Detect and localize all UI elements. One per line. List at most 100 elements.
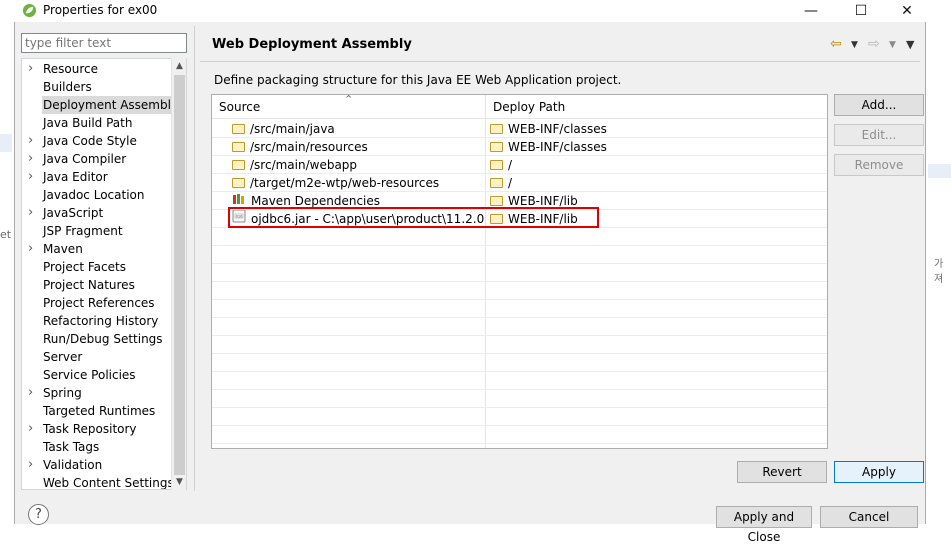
minimize-button[interactable]: — (788, 0, 834, 22)
table-row[interactable] (212, 408, 827, 426)
expand-chevron-icon[interactable]: › (28, 204, 33, 222)
source-text: /src/main/resources (250, 140, 368, 154)
tree-item-label: Java Build Path (43, 116, 133, 130)
scroll-up-icon[interactable]: ▲ (172, 58, 187, 74)
deploy-path-text: WEB-INF/classes (508, 122, 607, 136)
tree-item[interactable]: Project Natures (22, 276, 170, 294)
tree-item-label: Java Code Style (43, 134, 137, 148)
source-text: /src/main/webapp (250, 158, 358, 172)
tree-item[interactable]: JSP Fragment (22, 222, 170, 240)
table-row[interactable] (212, 426, 827, 444)
background-line-highlight-right (928, 164, 951, 178)
tree-item[interactable]: Task Tags (22, 438, 170, 456)
tree-item-label: Builders (43, 80, 92, 94)
table-row[interactable] (212, 372, 827, 390)
scroll-thumb[interactable] (174, 75, 185, 475)
expand-chevron-icon[interactable]: › (28, 60, 33, 78)
table-row[interactable] (212, 264, 827, 282)
apply-and-close-button[interactable]: Apply and Close (716, 506, 812, 544)
scroll-down-icon[interactable]: ▼ (172, 474, 187, 490)
folder-icon (490, 177, 503, 188)
deploy-path-text: / (508, 176, 513, 190)
tree-item[interactable]: Targeted Runtimes (22, 402, 170, 420)
table-row[interactable] (212, 390, 827, 408)
page-description: Define packaging structure for this Java… (214, 73, 622, 87)
sort-up-icon: ⌃ (344, 94, 354, 106)
folder-icon (232, 141, 245, 152)
revert-button[interactable]: Revert (737, 461, 827, 483)
source-text: /src/main/java (250, 122, 335, 136)
table-row[interactable] (212, 228, 827, 246)
table-row[interactable]: /src/main/java WEB-INF/classes (212, 120, 827, 138)
red-highlight-box (228, 207, 599, 228)
column-header-source[interactable]: Source ⌃ (212, 95, 485, 119)
expand-chevron-icon[interactable]: › (28, 240, 33, 258)
expand-chevron-icon[interactable]: › (28, 168, 33, 186)
tree-scrollbar[interactable]: ▲ ▼ (171, 58, 186, 490)
tree-item-label: Spring (43, 386, 82, 400)
table-row[interactable] (212, 336, 827, 354)
tree-item-label: Maven (43, 242, 83, 256)
table-row[interactable] (212, 318, 827, 336)
folder-icon (232, 123, 245, 134)
window-title: Properties for ex00 (43, 3, 158, 17)
tree-item[interactable]: Java Build Path (22, 114, 170, 132)
folder-icon (232, 159, 245, 170)
edit-button[interactable]: Edit... (834, 124, 924, 146)
filter-input[interactable] (21, 33, 187, 53)
view-menu-icon[interactable]: ▼ (906, 38, 914, 51)
tree-item[interactable]: Server (22, 348, 170, 366)
tree-item[interactable]: Run/Debug Settings (22, 330, 170, 348)
tree-item[interactable]: › JavaScript (22, 204, 170, 222)
apply-button[interactable]: Apply (834, 461, 924, 483)
table-row[interactable]: /src/main/webapp / (212, 156, 827, 174)
deploy-path-cell: / (490, 156, 820, 174)
table-row[interactable]: /target/m2e-wtp/web-resources / (212, 174, 827, 192)
tree-item-label: Project References (43, 296, 155, 310)
maximize-button[interactable]: ☐ (838, 0, 884, 22)
add-button[interactable]: Add... (834, 94, 924, 116)
tree-item[interactable]: › Java Compiler (22, 150, 170, 168)
help-icon[interactable]: ? (28, 504, 49, 525)
header-separator (200, 61, 920, 62)
table-row[interactable] (212, 300, 827, 318)
forward-arrow-icon[interactable]: ⇨ (868, 36, 880, 52)
expand-chevron-icon[interactable]: › (28, 150, 33, 168)
table-row[interactable] (212, 282, 827, 300)
table-row[interactable]: /src/main/resources WEB-INF/classes (212, 138, 827, 156)
close-button[interactable]: ✕ (884, 0, 930, 22)
tree-item[interactable]: Builders (22, 78, 170, 96)
expand-chevron-icon[interactable]: › (28, 384, 33, 402)
back-menu-chevron-icon[interactable]: ▼ (851, 40, 858, 50)
tree-item[interactable]: › Java Code Style (22, 132, 170, 150)
tree-item[interactable]: › Maven (22, 240, 170, 258)
remove-button[interactable]: Remove (834, 154, 924, 176)
tree-item[interactable]: › Java Editor (22, 168, 170, 186)
tree-item[interactable]: Deployment Assembly (22, 96, 180, 114)
column-header-deploy-path[interactable]: Deploy Path (486, 95, 827, 119)
tree-item-label: Service Policies (43, 368, 136, 382)
tree-item[interactable]: Project References (22, 294, 170, 312)
tree-item[interactable]: › Spring (22, 384, 170, 402)
spring-leaf-icon (22, 3, 37, 18)
table-row[interactable] (212, 246, 827, 264)
table-row[interactable] (212, 354, 827, 372)
tree-item[interactable]: Service Policies (22, 366, 170, 384)
tree-item[interactable]: › Validation (22, 456, 170, 474)
forward-menu-chevron-icon[interactable]: ▼ (889, 40, 896, 50)
tree-item[interactable]: Refactoring History (22, 312, 170, 330)
back-arrow-icon[interactable]: ⇦ (830, 36, 842, 52)
cancel-button[interactable]: Cancel (820, 506, 918, 528)
tree-item[interactable]: › Task Repository (22, 420, 170, 438)
expand-chevron-icon[interactable]: › (28, 456, 33, 474)
tree-item-label: Project Natures (43, 278, 135, 292)
expand-chevron-icon[interactable]: › (28, 420, 33, 438)
deploy-path-cell: WEB-INF/classes (490, 138, 820, 156)
tree-item[interactable]: Web Content Settings (22, 474, 174, 489)
expand-chevron-icon[interactable]: › (28, 132, 33, 150)
tree-item[interactable]: Project Facets (22, 258, 170, 276)
tree-item[interactable]: › Resource (22, 60, 170, 78)
tree-item-label: Java Editor (43, 170, 108, 184)
pane-splitter[interactable] (194, 26, 195, 491)
tree-item[interactable]: Javadoc Location (22, 186, 170, 204)
